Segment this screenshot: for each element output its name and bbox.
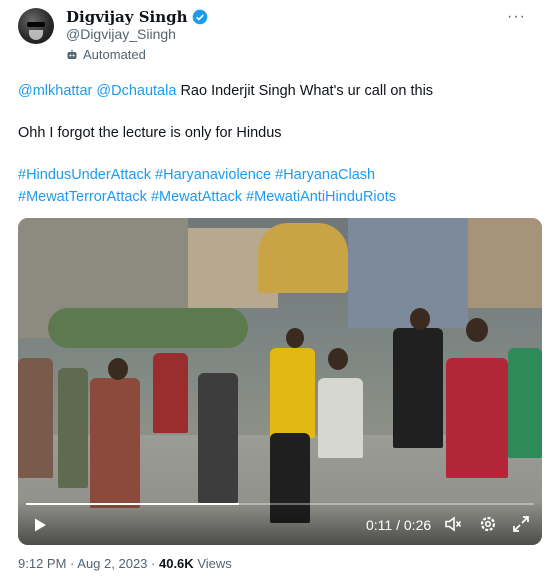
- hashtag-link[interactable]: #HaryanaClash: [275, 167, 375, 183]
- play-icon[interactable]: [32, 517, 48, 533]
- automated-text: Automated: [83, 47, 146, 62]
- tweet-meta: 9:12 PM · Aug 2, 2023 · 40.6K Views: [18, 556, 232, 571]
- crowd-person: [90, 378, 140, 508]
- views-label: Views: [197, 556, 232, 571]
- avatar-beard: [29, 30, 43, 40]
- meta-separator: ·: [151, 556, 159, 571]
- crowd-person: [18, 358, 53, 478]
- crowd-person: [318, 378, 363, 458]
- background-building: [468, 218, 542, 308]
- hashtag-link[interactable]: #Haryanaviolence: [155, 167, 271, 183]
- author-name-row[interactable]: Digvijay Singh: [66, 8, 208, 26]
- avatar-glasses: [27, 22, 45, 27]
- mention-link[interactable]: @mlkhattar: [18, 83, 92, 99]
- verified-badge-icon: [192, 9, 207, 25]
- views-count: 40.6K: [158, 556, 194, 571]
- tweet-line-1-text: Rao Inderjit Singh What's ur call on thi…: [180, 83, 434, 99]
- background-trees: [48, 308, 248, 348]
- bot-icon: [67, 49, 77, 59]
- video-player[interactable]: 0:11 / 0:26: [18, 218, 542, 545]
- hashtag-link[interactable]: #HindusUnderAttack: [18, 167, 151, 183]
- video-time: 0:11 / 0:26: [366, 517, 431, 533]
- video-controls: [18, 501, 542, 545]
- crowd-head: [286, 328, 304, 348]
- avatar[interactable]: [18, 8, 54, 44]
- video-duration: 0:26: [403, 517, 432, 533]
- tweet-line-2: Ohh I forgot the lecture is only for Hin…: [18, 125, 282, 141]
- crowd-head: [328, 348, 348, 370]
- hashtag-link[interactable]: #MewatAttack: [151, 189, 242, 205]
- hashtag-link[interactable]: #MewatiAntiHinduRiots: [246, 189, 396, 205]
- background-building: [348, 218, 468, 328]
- volume-icon[interactable]: [444, 515, 462, 533]
- tweet-text: @mlkhattar @Dchautala Rao Inderjit Singh…: [18, 80, 528, 208]
- crowd-head: [466, 318, 488, 342]
- crowd-person: [153, 353, 188, 433]
- author-name[interactable]: Digvijay Singh: [66, 8, 188, 26]
- crowd-person: [58, 368, 88, 488]
- more-dots-icon[interactable]: ···: [507, 8, 526, 26]
- hashtags-row-2: #MewatTerrorAttack #MewatAttack #MewatiA…: [18, 186, 528, 208]
- hashtag-link[interactable]: #MewatTerrorAttack: [18, 189, 147, 205]
- crowd-person: [393, 328, 443, 448]
- author-handle[interactable]: @Digvijay_Siingh: [66, 26, 176, 42]
- crowd-person: [446, 358, 508, 478]
- video-progress-bar[interactable]: [26, 503, 534, 505]
- crowd-head: [410, 308, 430, 330]
- tweet-card: Digvijay Singh @Digvijay_Siingh Automate…: [0, 0, 544, 582]
- automated-label: Automated: [66, 47, 146, 62]
- mention-link[interactable]: @Dchautala: [96, 83, 176, 99]
- crowd-person: [270, 348, 315, 438]
- video-time-separator: /: [396, 517, 404, 533]
- tweet-time[interactable]: 9:12 PM: [18, 556, 66, 571]
- crowd-head: [108, 358, 128, 380]
- hashtags-row-1: #HindusUnderAttack #Haryanaviolence #Har…: [18, 164, 528, 186]
- settings-icon[interactable]: [479, 515, 497, 533]
- fullscreen-icon[interactable]: [512, 515, 530, 533]
- background-statue: [258, 223, 348, 293]
- tweet-date[interactable]: Aug 2, 2023: [77, 556, 147, 571]
- video-current-time: 0:11: [366, 517, 393, 533]
- tweet-line-1: @mlkhattar @Dchautala Rao Inderjit Singh…: [18, 80, 528, 102]
- video-progress-fill: [26, 503, 240, 505]
- crowd-person: [198, 373, 238, 503]
- crowd-person: [508, 348, 542, 458]
